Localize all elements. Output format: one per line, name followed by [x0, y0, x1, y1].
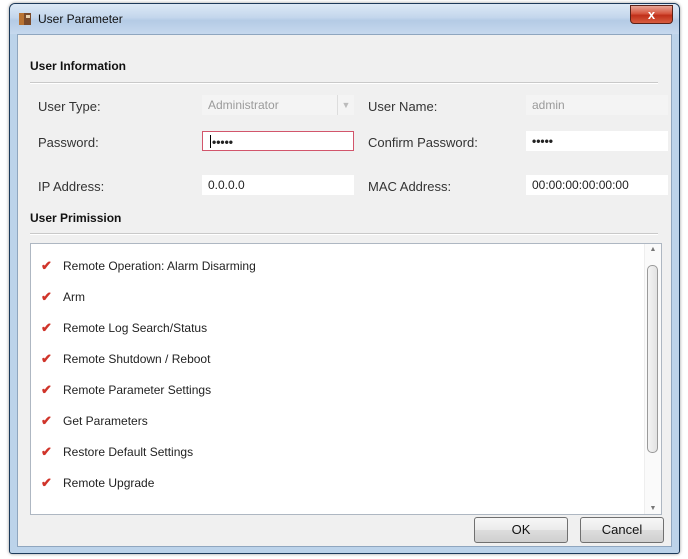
checkbox-checked-icon[interactable]: ✔ [41, 383, 55, 397]
checkbox-checked-icon[interactable]: ✔ [41, 352, 55, 366]
checkbox-checked-icon[interactable]: ✔ [41, 414, 55, 428]
app-icon [19, 13, 31, 25]
user-information-heading: User Information [30, 59, 127, 73]
chevron-down-icon[interactable]: ▼ [337, 95, 354, 115]
permission-label: Arm [63, 290, 85, 304]
user-name-field[interactable]: admin [526, 95, 668, 115]
checkbox-checked-icon[interactable]: ✔ [41, 259, 55, 273]
permission-label: Remote Operation: Alarm Disarming [63, 259, 256, 273]
checkbox-checked-icon[interactable]: ✔ [41, 445, 55, 459]
user-permission-heading: User Primission [30, 211, 122, 225]
permission-list-scrollbar[interactable]: ▲ ▼ [644, 244, 661, 514]
confirm-password-label: Confirm Password: [368, 135, 478, 150]
mac-address-label: MAC Address: [368, 179, 452, 194]
cancel-button[interactable]: Cancel [580, 517, 664, 543]
mac-address-field[interactable]: 00:00:00:00:00:00 [526, 175, 668, 195]
ip-address-field[interactable]: 0.0.0.0 [202, 175, 354, 195]
checkbox-checked-icon[interactable]: ✔ [41, 290, 55, 304]
permission-label: Get Parameters [63, 414, 148, 428]
permission-label: Remote Upgrade [63, 476, 155, 490]
title-bar[interactable]: User Parameter x [10, 4, 679, 34]
password-field[interactable]: ••••• [202, 131, 354, 151]
scroll-up-icon[interactable]: ▲ [645, 246, 661, 253]
user-type-label: User Type: [38, 99, 101, 114]
permission-label: Remote Shutdown / Reboot [63, 352, 211, 366]
dialog-content: User Information User Type: Administrato… [17, 34, 672, 547]
checkbox-checked-icon[interactable]: ✔ [41, 321, 55, 335]
divider [30, 82, 658, 84]
permission-label: Remote Parameter Settings [63, 383, 212, 397]
text-cursor [210, 135, 211, 148]
close-button[interactable]: x [630, 5, 673, 24]
password-value: ••••• [212, 135, 234, 149]
user-type-select[interactable]: Administrator ▼ [202, 95, 354, 115]
window-title: User Parameter [38, 12, 123, 26]
scrollbar-thumb[interactable] [647, 265, 658, 453]
permission-label: Restore Default Settings [63, 445, 194, 459]
confirm-password-field[interactable]: ••••• [526, 131, 668, 151]
permission-list[interactable]: ✔ Remote Operation: Alarm Disarming ✔ Ar… [30, 243, 662, 515]
ok-button[interactable]: OK [474, 517, 568, 543]
ip-address-label: IP Address: [38, 179, 105, 194]
permission-label: Remote Log Search/Status [63, 321, 208, 335]
user-type-value: Administrator [208, 98, 279, 112]
user-name-label: User Name: [368, 99, 438, 114]
scroll-down-icon[interactable]: ▼ [645, 505, 661, 512]
password-label: Password: [38, 135, 99, 150]
user-parameter-dialog: User Parameter x User Information User T… [9, 3, 680, 554]
divider [30, 233, 658, 235]
checkbox-checked-icon[interactable]: ✔ [41, 476, 55, 490]
